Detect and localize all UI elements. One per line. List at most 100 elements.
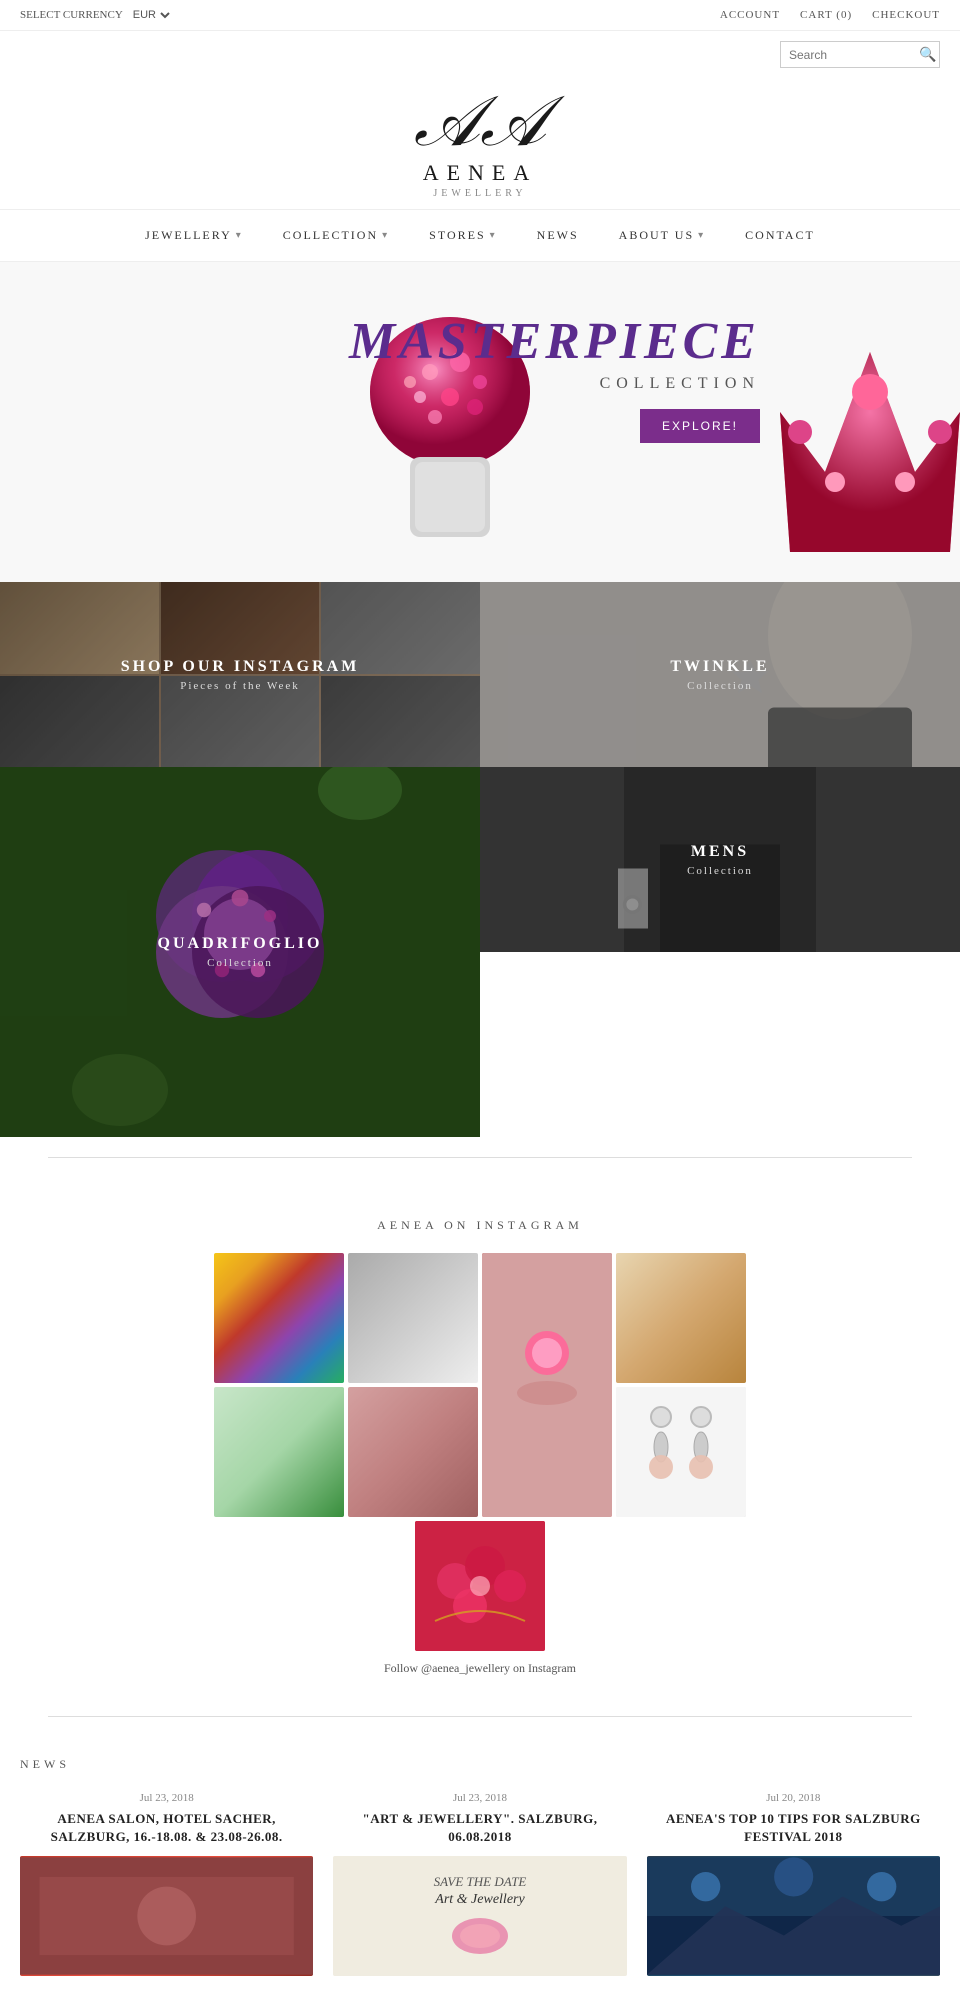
art-jewellery-title: Art & Jewellery (435, 1892, 524, 1908)
instagram-handle-link[interactable]: @aenea_jewellery (421, 1661, 510, 1675)
nav-collection-label: COLLECTION (283, 228, 378, 243)
logo-section: 𝒜𝒜 AENEA JEWELLERY (0, 68, 960, 209)
quadrifoglio-title: QUADRIFOGLIO (158, 935, 323, 953)
nav-collection[interactable]: COLLECTION ▾ (263, 222, 409, 249)
nav-about[interactable]: ABOUT US ▾ (599, 222, 726, 249)
mens-overlay: MENS Collection (480, 767, 960, 952)
news-pink-gem (450, 1916, 510, 1961)
follow-text: Follow (384, 1661, 418, 1675)
grid-mens[interactable]: MENS Collection (480, 767, 960, 952)
news-section-title: NEWS (20, 1757, 940, 1772)
news-date-3: Jul 20, 2018 (647, 1792, 940, 1804)
earring-svg (616, 1387, 746, 1517)
news-image-1 (20, 1856, 313, 1976)
nav-stores-arrow: ▾ (490, 230, 497, 241)
hero-subtitle: COLLECTION (349, 375, 760, 393)
flower-svg (415, 1521, 545, 1651)
news-section: NEWS Jul 23, 2018 AENEA SALON, HOTEL SAC… (0, 1737, 960, 1996)
logo[interactable]: 𝒜𝒜 AENEA JEWELLERY (414, 88, 546, 199)
shop-title: SHOP OUR INSTAGRAM (121, 658, 360, 676)
nav-stores-label: STORES (429, 228, 485, 243)
instagram-section-title: AENEA ON INSTAGRAM (20, 1218, 940, 1233)
nav-jewellery-arrow: ▾ (236, 230, 243, 241)
instagram-left-grid (214, 1253, 478, 1517)
search-input[interactable] (789, 48, 919, 62)
news-headline-2: "ART & JEWELLERY". SALZBURG, 06.08.2018 (333, 1810, 626, 1846)
logo-brand: AENEA (414, 160, 546, 186)
news-img-svg-3 (647, 1856, 940, 1976)
insta-img-2[interactable] (348, 1253, 478, 1383)
instagram-row-2 (20, 1521, 940, 1651)
nav-stores[interactable]: STORES ▾ (409, 222, 517, 249)
account-link[interactable]: ACCOUNT (720, 9, 780, 21)
hero-text: MASTERPIECE COLLECTION EXPLORE! (349, 312, 760, 443)
nav-jewellery[interactable]: JEWELLERY ▾ (125, 222, 263, 249)
news-headline-3: AENEA'S TOP 10 TIPS FOR SALZBURG FESTIVA… (647, 1810, 940, 1846)
news-item-3[interactable]: Jul 20, 2018 AENEA'S TOP 10 TIPS FOR SAL… (647, 1792, 940, 1976)
currency-section: SELECT CURRENCY EUR USD GBP (20, 8, 173, 22)
nav-about-arrow: ▾ (698, 230, 705, 241)
insta-ring-svg (482, 1253, 612, 1517)
on-text: on Instagram (513, 1661, 576, 1675)
insta-img-earrings[interactable] (616, 1387, 746, 1517)
insta-img-1[interactable] (214, 1253, 344, 1383)
main-nav: JEWELLERY ▾ COLLECTION ▾ STORES ▾ NEWS A… (0, 209, 960, 262)
news-date-1: Jul 23, 2018 (20, 1792, 313, 1804)
nav-contact[interactable]: CONTACT (725, 222, 835, 249)
insta-img-4[interactable] (348, 1387, 478, 1517)
twinkle-title: TWINKLE (670, 658, 769, 676)
grid-quadrifoglio[interactable]: QUADRIFOGLIO Collection (0, 767, 480, 1137)
shop-overlay: SHOP OUR INSTAGRAM Pieces of the Week (0, 582, 480, 767)
insta-img-center[interactable] (482, 1253, 612, 1517)
hero-title: MASTERPIECE (349, 312, 760, 371)
twinkle-overlay: TWINKLE Collection (480, 582, 960, 767)
news-date-2: Jul 23, 2018 (333, 1792, 626, 1804)
insta-img-3[interactable] (214, 1387, 344, 1517)
nav-jewellery-label: JEWELLERY (145, 228, 232, 243)
top-bar-right: ACCOUNT CART (0) CHECKOUT (720, 9, 940, 21)
news-image-3 (647, 1856, 940, 1976)
news-item-2[interactable]: Jul 23, 2018 "ART & JEWELLERY". SALZBURG… (333, 1792, 626, 1976)
divider-1 (48, 1157, 912, 1158)
search-button[interactable]: 🔍 (919, 46, 936, 63)
grid-instagram-shop[interactable]: SHOP OUR INSTAGRAM Pieces of the Week (0, 582, 480, 767)
grid-twinkle[interactable]: TWINKLE Collection (480, 582, 960, 767)
news-headline-1: AENEA SALON, HOTEL SACHER, SALZBURG, 16.… (20, 1810, 313, 1846)
mens-title: MENS (691, 843, 749, 861)
instagram-row-1 (20, 1253, 940, 1517)
hero-section: MASTERPIECE COLLECTION EXPLORE! (0, 262, 960, 582)
hero-explore-button[interactable]: EXPLORE! (640, 409, 760, 443)
nav-news[interactable]: NEWS (517, 222, 599, 249)
insta-img-flower[interactable] (415, 1521, 545, 1651)
logo-symbol: 𝒜𝒜 (414, 88, 546, 158)
hero-crown-image (780, 352, 960, 552)
currency-select[interactable]: EUR USD GBP (129, 8, 173, 22)
search-wrapper: 🔍 (780, 41, 940, 68)
nav-collection-arrow: ▾ (382, 230, 389, 241)
news-item-1[interactable]: Jul 23, 2018 AENEA SALON, HOTEL SACHER, … (20, 1792, 313, 1976)
news-img-svg-1 (20, 1856, 313, 1976)
shop-sub: Pieces of the Week (180, 680, 300, 692)
nav-news-label: NEWS (537, 228, 579, 243)
nav-about-label: ABOUT US (619, 228, 694, 243)
divider-2 (48, 1716, 912, 1717)
save-date-text: SAVE THE DATE (434, 1872, 527, 1892)
logo-tagline: JEWELLERY (414, 188, 546, 199)
top-bar: SELECT CURRENCY EUR USD GBP ACCOUNT CART… (0, 0, 960, 31)
nav-contact-label: CONTACT (745, 228, 815, 243)
search-bar: 🔍 (0, 31, 960, 68)
instagram-right-col (616, 1253, 746, 1517)
instagram-section: AENEA ON INSTAGRAM (0, 1178, 960, 1696)
quadrifoglio-sub: Collection (207, 957, 273, 969)
collection-grid: SHOP OUR INSTAGRAM Pieces of the Week TW… (0, 582, 960, 1137)
news-grid: Jul 23, 2018 AENEA SALON, HOTEL SACHER, … (20, 1792, 940, 1976)
quadrifoglio-overlay: QUADRIFOGLIO Collection (0, 767, 480, 1137)
insta-img-hotel[interactable] (616, 1253, 746, 1383)
news-image-2: SAVE THE DATE Art & Jewellery (333, 1856, 626, 1976)
mens-sub: Collection (687, 865, 753, 877)
instagram-follow: Follow @aenea_jewellery on Instagram (20, 1661, 940, 1676)
twinkle-sub: Collection (687, 680, 753, 692)
checkout-link[interactable]: CHECKOUT (872, 9, 940, 21)
cart-link[interactable]: CART (0) (800, 9, 852, 21)
currency-label: SELECT CURRENCY (20, 9, 123, 21)
